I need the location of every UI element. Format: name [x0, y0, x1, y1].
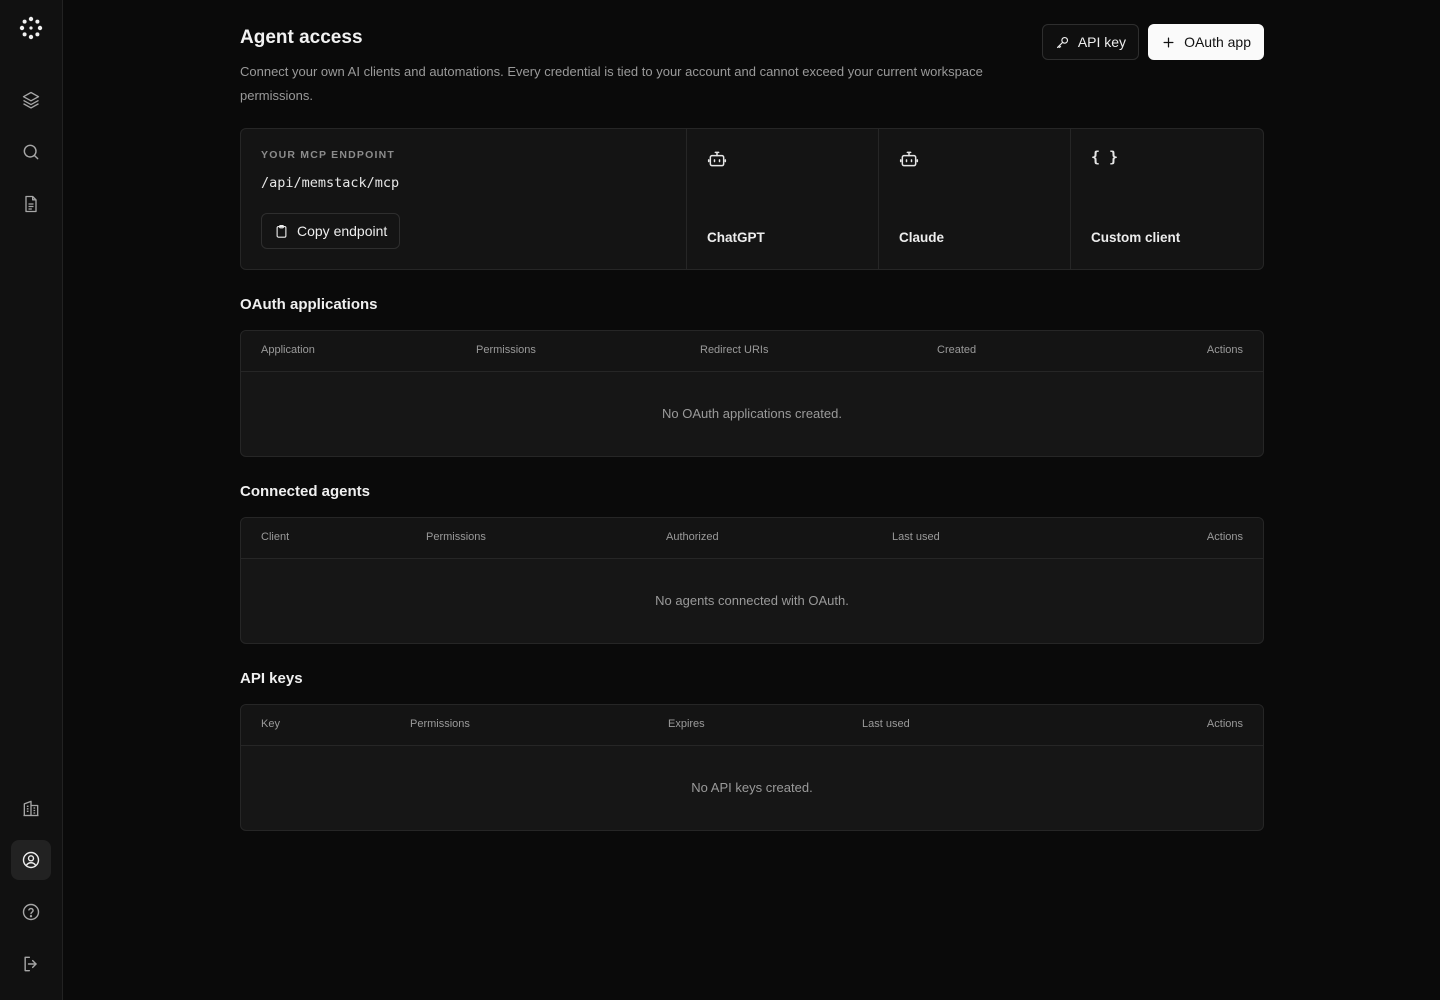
client-name: ChatGPT — [707, 230, 765, 245]
column-header: Expires — [668, 718, 705, 730]
sidebar-item-logout[interactable] — [11, 944, 51, 984]
bot-icon — [899, 151, 919, 167]
clipboard-icon — [276, 224, 287, 238]
column-header: Permissions — [426, 531, 486, 543]
client-tile-claude[interactable]: Claude — [879, 129, 1071, 269]
endpoint-path: /api/memstack/mcp — [261, 175, 400, 191]
layers-icon — [22, 91, 40, 109]
page-title: Agent access — [240, 27, 363, 48]
add-oauth-app-button[interactable]: OAuth app — [1148, 24, 1264, 60]
bot-icon — [707, 151, 727, 167]
oauth-applications-title: OAuth applications — [240, 296, 378, 313]
add-api-key-button[interactable]: API key — [1041, 24, 1140, 60]
sidebar-item-organization[interactable] — [11, 788, 51, 828]
connected-agents-table: Client Permissions Authorized Last used … — [240, 517, 1264, 644]
copy-endpoint-label: Copy endpoint — [297, 223, 388, 239]
sidebar-item-account[interactable] — [11, 840, 51, 880]
empty-state: No OAuth applications created. — [662, 406, 842, 421]
column-header: Last used — [862, 718, 910, 730]
braces-icon: { } — [1091, 148, 1119, 166]
client-name: Claude — [899, 230, 945, 245]
column-header: Actions — [1206, 718, 1243, 730]
app-root: Agent access Connect your own AI clients… — [0, 0, 1440, 1000]
column-header: Last used — [892, 531, 940, 543]
client-name: Custom client — [1091, 230, 1181, 245]
endpoint-label: YOUR MCP ENDPOINT — [261, 149, 395, 161]
column-header: Permissions — [476, 344, 536, 356]
api-keys-title: API keys — [240, 670, 303, 687]
column-header: Actions — [1206, 344, 1243, 356]
column-header: Application — [261, 344, 315, 356]
endpoint-card: YOUR MCP ENDPOINT /api/memstack/mcp Copy… — [240, 128, 1264, 270]
column-header: Client — [261, 531, 290, 543]
sidebar-item-search[interactable] — [11, 132, 51, 172]
plus-icon — [1163, 37, 1174, 47]
user-circle-icon — [22, 851, 40, 869]
search-icon — [23, 144, 39, 160]
api-keys-table: Key Permissions Expires Last used Action… — [240, 704, 1264, 831]
sidebar — [0, 0, 63, 1000]
column-header: Redirect URIs — [700, 344, 769, 356]
copy-endpoint-button[interactable]: Copy endpoint — [261, 213, 401, 249]
sidebar-item-documents[interactable] — [11, 184, 51, 224]
table-header: Client Permissions Authorized Last used … — [241, 518, 1263, 559]
sidebar-item-layers[interactable] — [11, 80, 51, 120]
column-header: Actions — [1206, 531, 1243, 543]
empty-state: No API keys created. — [691, 780, 813, 795]
column-header: Key — [261, 718, 280, 730]
help-icon — [22, 903, 40, 921]
column-header: Created — [937, 344, 977, 356]
building-icon — [23, 800, 39, 817]
oauth-applications-table: Application Permissions Redirect URIs Cr… — [240, 330, 1264, 457]
connected-agents-title: Connected agents — [240, 483, 371, 500]
api-key-button-label: API key — [1077, 34, 1127, 50]
column-header: Permissions — [410, 718, 470, 730]
logo-icon[interactable] — [18, 15, 44, 41]
document-icon — [25, 195, 37, 213]
page-description: Connect your own AI clients and automati… — [240, 64, 983, 103]
oauth-app-button-label: OAuth app — [1184, 34, 1251, 50]
empty-state: No agents connected with OAuth. — [655, 593, 849, 608]
table-header: Application Permissions Redirect URIs Cr… — [241, 331, 1263, 372]
logout-icon — [24, 956, 37, 972]
header-actions: API key OAuth app — [1041, 24, 1264, 60]
client-tile-custom[interactable]: { } Custom client — [1071, 129, 1263, 269]
mcp-endpoint-panel: YOUR MCP ENDPOINT /api/memstack/mcp Copy… — [241, 129, 687, 269]
sidebar-item-help[interactable] — [11, 892, 51, 932]
table-header: Key Permissions Expires Last used Action… — [241, 705, 1263, 746]
key-icon — [1056, 36, 1068, 48]
client-tile-chatgpt[interactable]: ChatGPT — [687, 129, 879, 269]
column-header: Authorized — [666, 531, 719, 543]
